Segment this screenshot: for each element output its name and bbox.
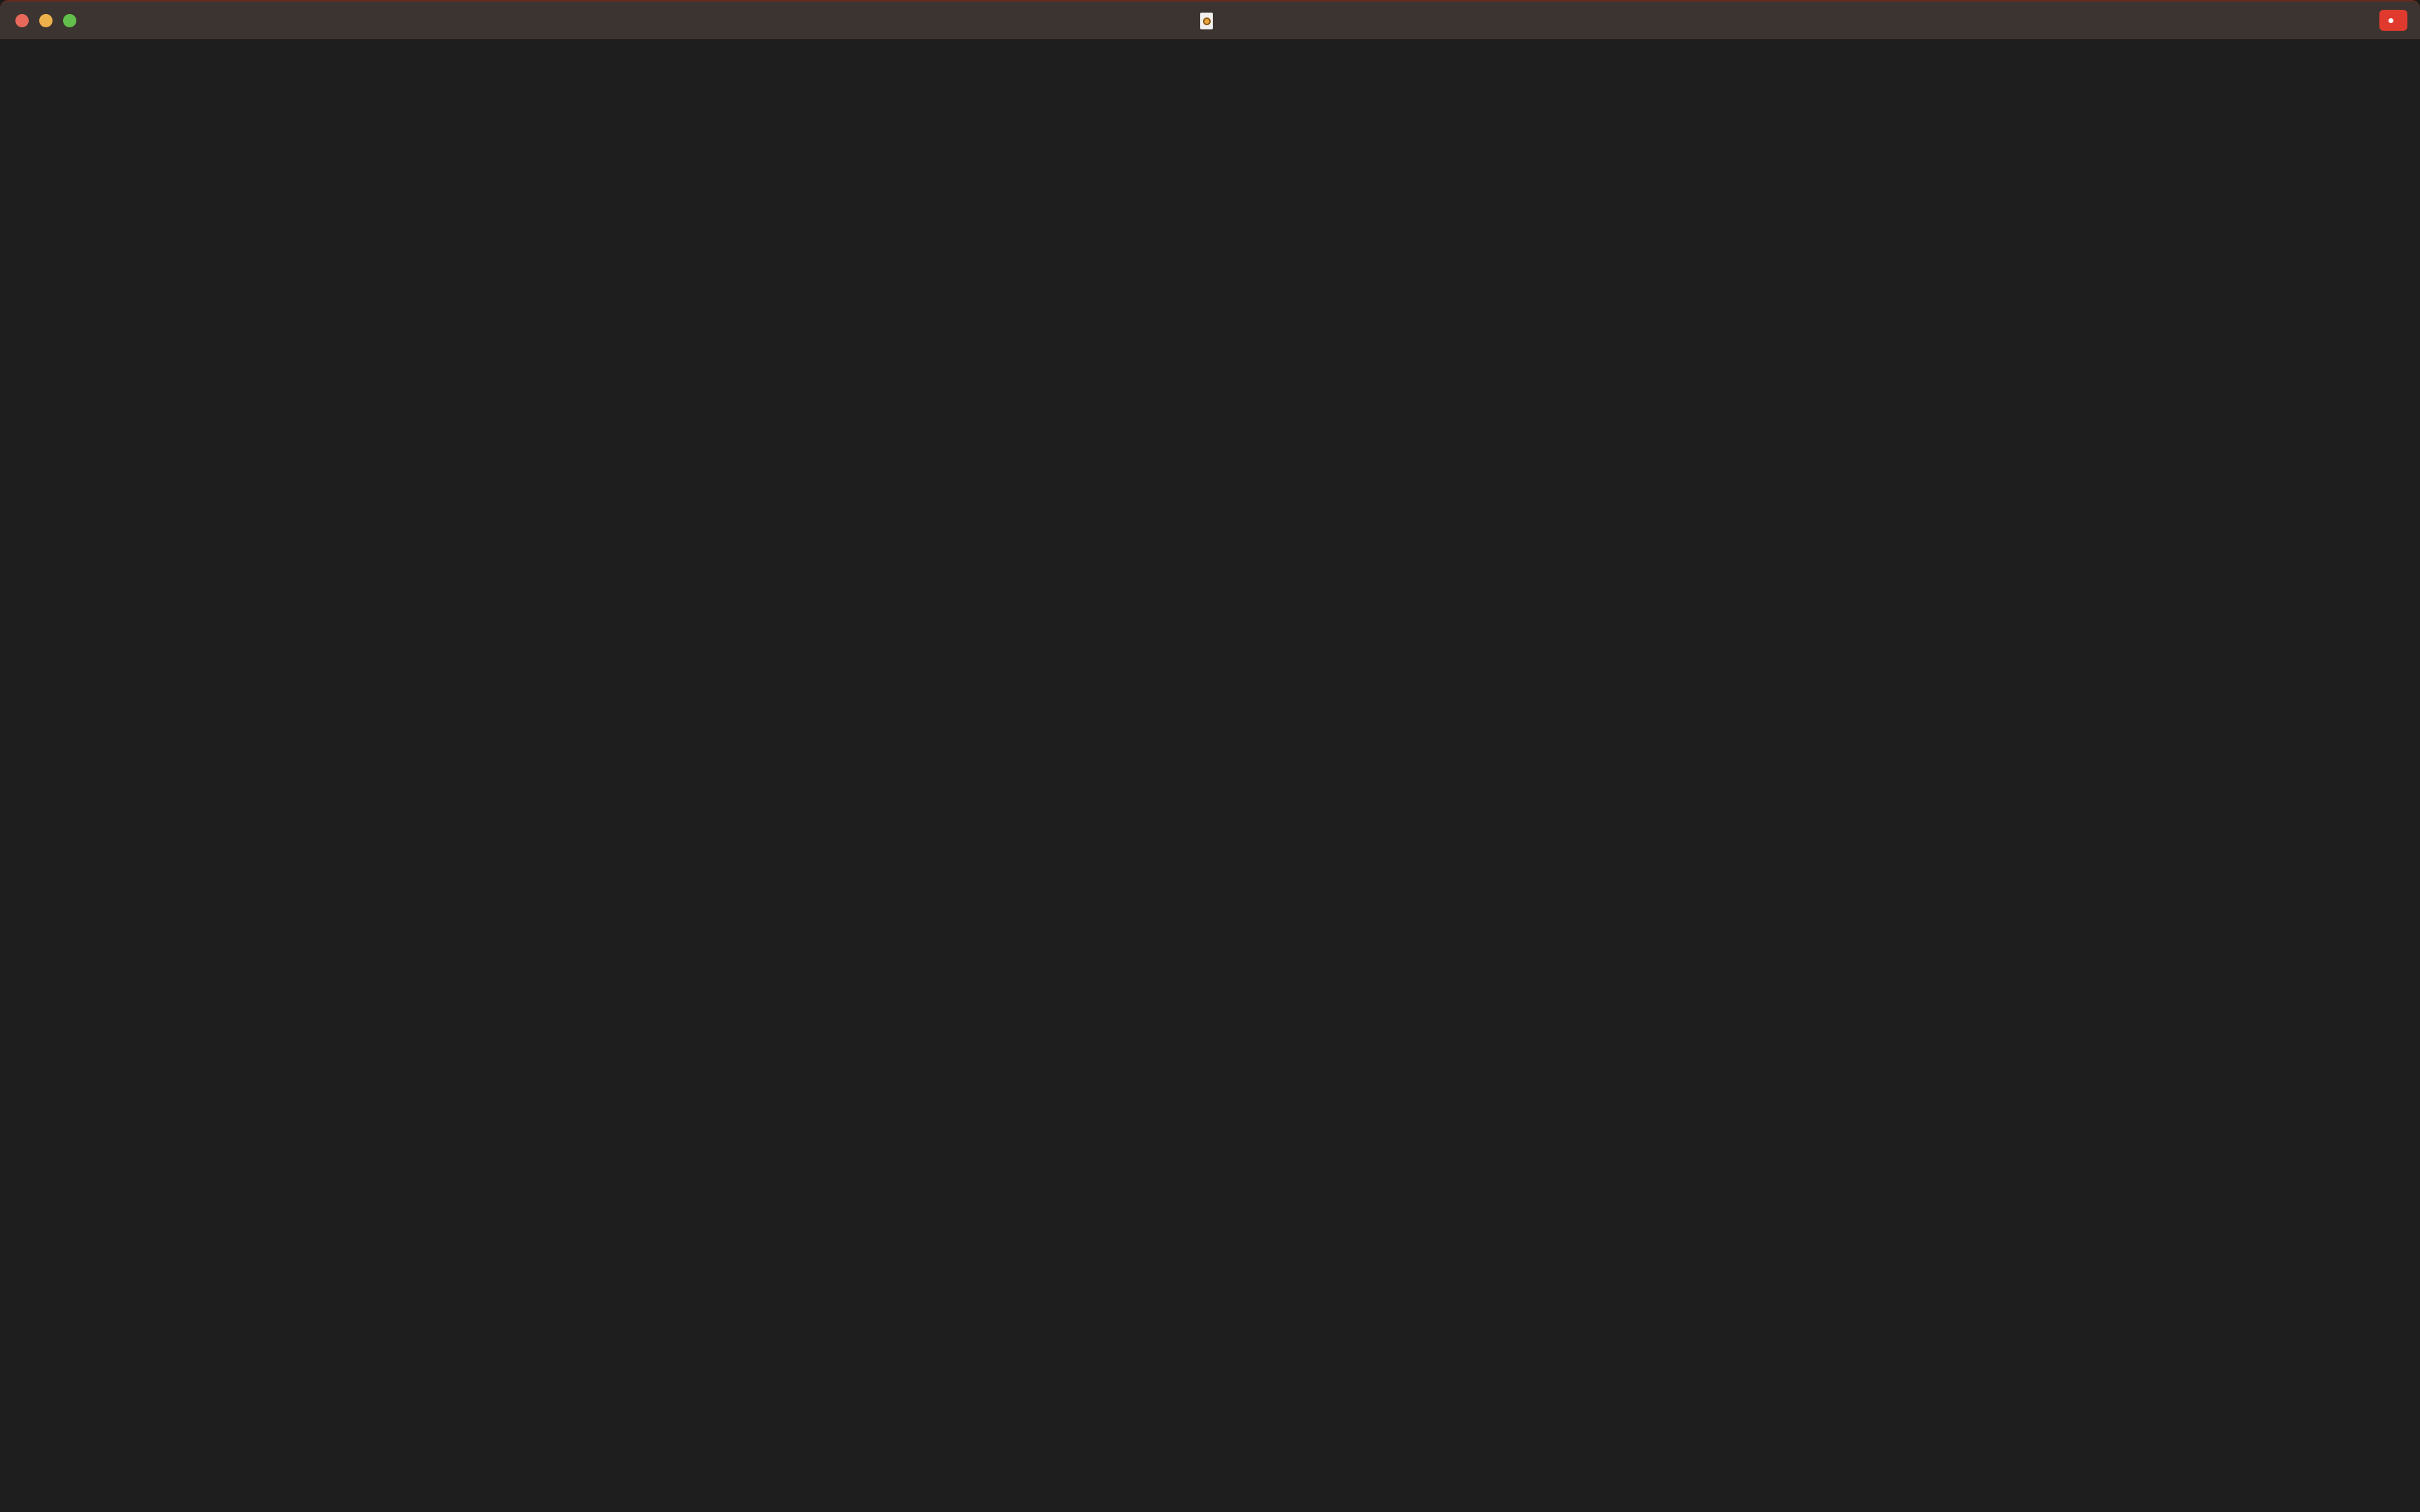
window-titlebar bbox=[0, 0, 2420, 39]
file-icon bbox=[1200, 13, 1213, 29]
design-canvas[interactable] bbox=[0, 39, 2420, 1512]
notifications-badge[interactable] bbox=[2379, 10, 2407, 31]
notification-dot-icon bbox=[2388, 18, 2393, 23]
window-title bbox=[0, 1, 2420, 41]
